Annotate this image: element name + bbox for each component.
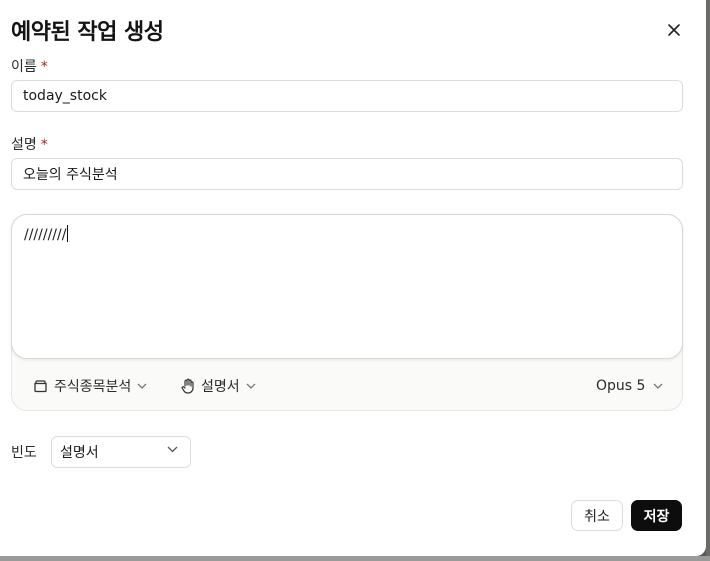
chevron-down-icon [653,383,663,389]
model-selector[interactable]: Opus 5 [596,375,663,397]
chevron-down-icon [246,383,256,389]
prompt-textarea[interactable]: ///////// [11,214,683,359]
folder-icon [33,379,48,393]
required-mark: * [40,137,48,153]
project-selector[interactable]: 주식종목분석 [33,375,147,397]
description-label: 설명 * [11,134,48,154]
style-label: 설명서 [201,379,240,395]
close-icon [668,24,680,36]
style-selector[interactable]: 설명서 [181,375,256,397]
close-button[interactable] [663,19,685,41]
backdrop-right [706,0,710,561]
frequency-selected-value: 설명서 [60,445,99,461]
model-label: Opus 5 [596,378,646,394]
dialog-title: 예약된 작업 생성 [11,20,164,45]
frequency-label: 빈도 [11,445,37,461]
cancel-button[interactable]: 취소 [571,500,623,531]
name-input[interactable] [11,80,683,112]
prompt-text: ///////// [24,227,67,243]
required-mark: * [40,59,48,75]
description-input[interactable] [11,158,683,190]
chevron-down-icon [167,446,178,453]
description-label-text: 설명 [11,137,37,153]
name-label-text: 이름 [11,59,37,75]
save-button[interactable]: 저장 [631,500,682,531]
name-label: 이름 * [11,56,48,76]
frequency-select[interactable]: 설명서 [51,436,191,468]
text-caret [67,225,69,242]
chevron-down-icon [137,383,147,389]
hand-icon [181,378,195,394]
create-scheduled-task-dialog: 예약된 작업 생성 이름* 설명* ///////// 주식종목분석 [0,0,706,556]
backdrop-bottom [0,556,710,561]
project-label: 주식종목분석 [54,379,132,395]
prompt-composer: ///////// 주식종목분석 설명서 Opus 5 [11,214,683,411]
prompt-text-line: ///////// [24,225,69,243]
